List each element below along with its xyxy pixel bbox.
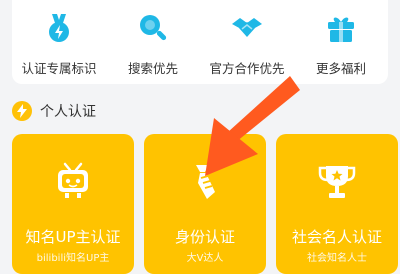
card-identity-certification[interactable]: 身份认证 大V达人 [144,134,266,274]
card-celebrity-certification[interactable]: 社会名人认证 社会知名人士 [276,134,398,274]
badge-medal-icon [49,14,69,42]
card-subtitle: bilibili知名UP主 [36,253,110,264]
benefit-search-priority[interactable]: 搜索优先 [106,0,200,84]
benefit-official-cooperation[interactable]: 官方合作优先 [200,0,294,84]
benefits-panel: 认证专属标识 搜索优先 官方合作优先 更多福利 [12,0,388,84]
gift-icon [328,17,354,42]
benefit-label: 搜索优先 [127,61,178,76]
lightning-icon [12,101,32,121]
benefit-certified-badge[interactable]: 认证专属标识 [12,0,106,84]
tv-robot-icon [58,162,88,198]
benefit-label: 官方合作优先 [209,61,285,76]
trophy-icon [318,166,356,198]
benefit-label: 认证专属标识 [21,61,97,76]
search-icon [140,15,167,41]
card-title: 社会名人认证 [291,228,382,246]
benefit-more-welfare[interactable]: 更多福利 [294,0,388,84]
card-subtitle: 大V达人 [186,253,224,264]
card-title: 知名UP主认证 [25,228,121,246]
section-header: 个人认证 [12,98,96,124]
card-famous-up-certification[interactable]: 知名UP主认证 bilibili知名UP主 [12,134,134,274]
tie-icon [196,165,215,199]
section-title: 个人认证 [40,104,96,120]
benefit-label: 更多福利 [315,61,366,76]
handshake-icon [232,18,262,37]
card-subtitle: 社会知名人士 [307,253,367,264]
card-title: 身份认证 [174,228,235,246]
